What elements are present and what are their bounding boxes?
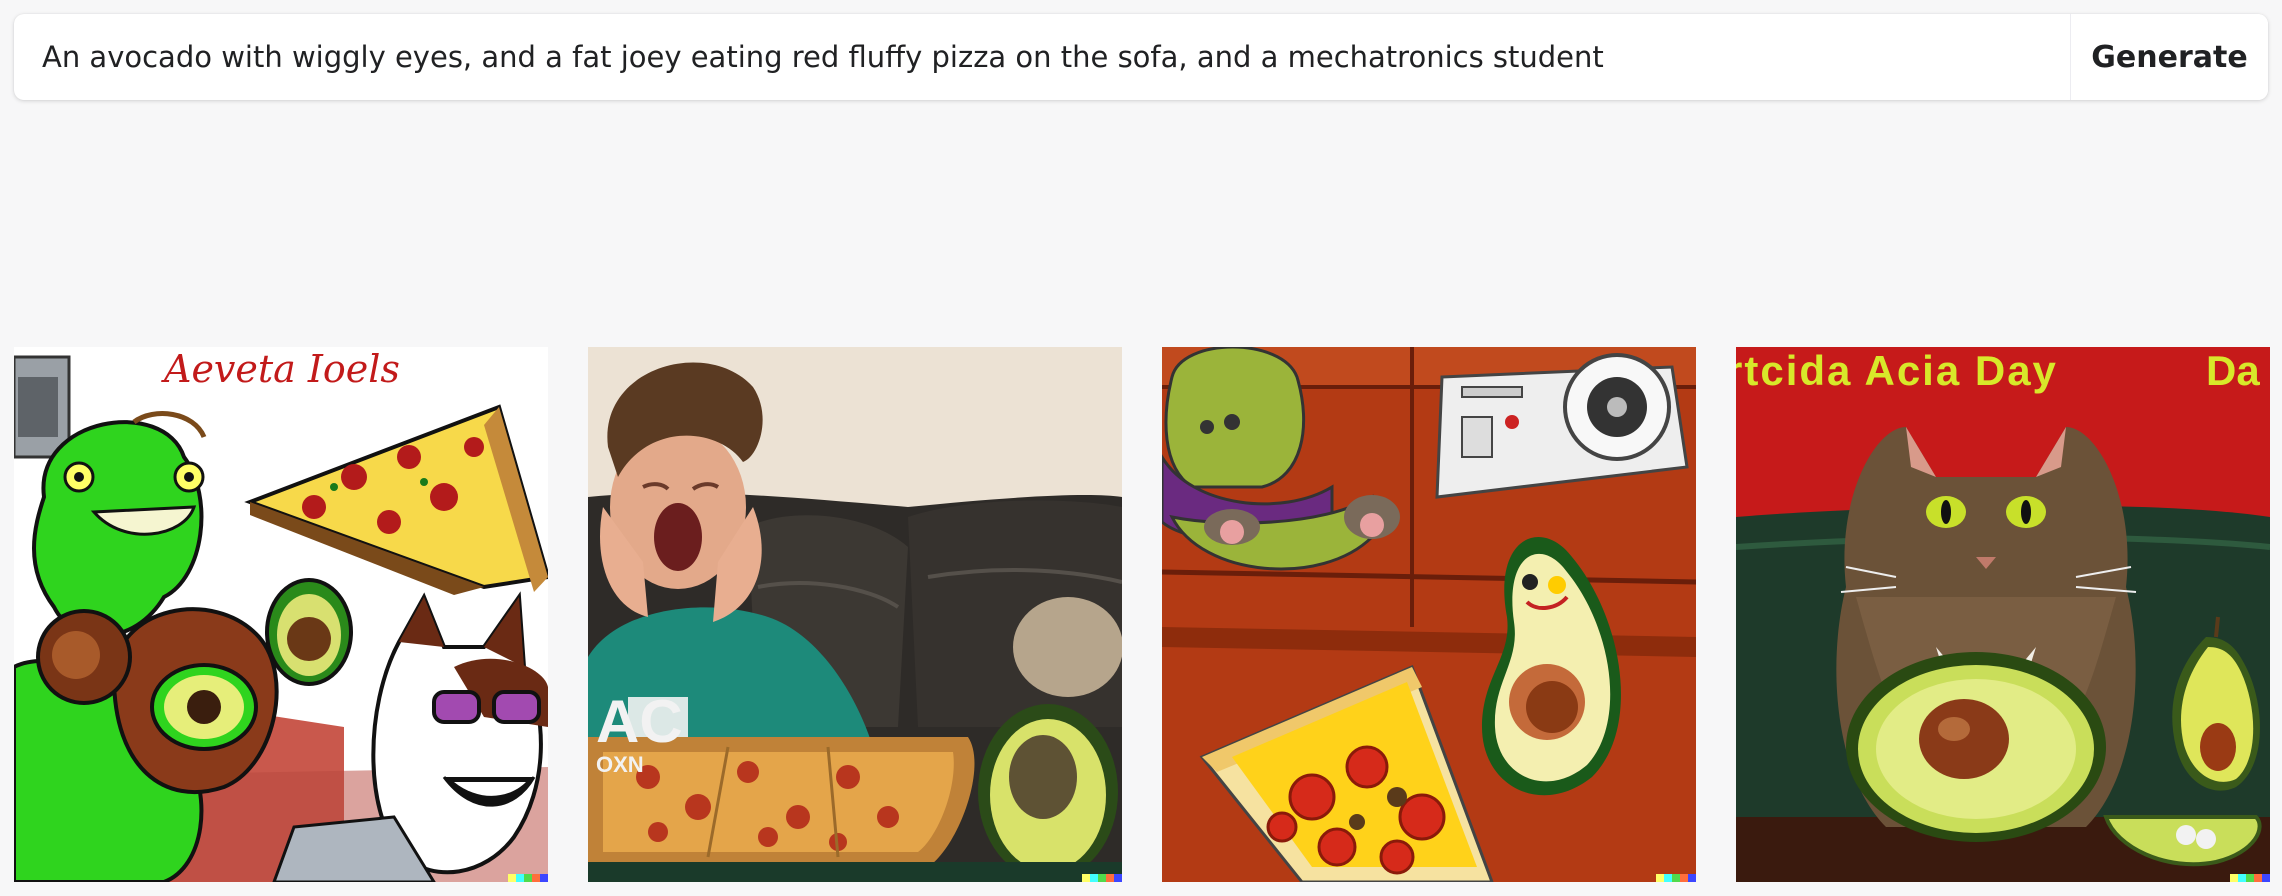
image-1-artwork: Aeveta Ioels [14, 347, 548, 882]
image-gallery: Aeveta Ioels AC OXN rtcida Acia Day Da [14, 347, 2282, 882]
image-2-overlay-text-2: OXN [596, 752, 644, 777]
generated-image-3[interactable] [1162, 347, 1696, 882]
generate-button[interactable]: Generate [2070, 14, 2268, 100]
image-3-artwork [1162, 347, 1696, 882]
image-4-overlay-text-2: Da [2206, 347, 2260, 394]
watermark-2 [1082, 874, 1122, 882]
image-2-artwork: AC OXN [588, 347, 1122, 882]
image-4-overlay-text: rtcida Acia Day [1736, 347, 2058, 394]
watermark-3 [1656, 874, 1696, 882]
image-2-overlay-text: AC [596, 688, 683, 755]
prompt-input[interactable] [14, 14, 2070, 100]
image-1-overlay-text: Aeveta Ioels [161, 347, 400, 391]
generated-image-2[interactable]: AC OXN [588, 347, 1122, 882]
image-4-artwork: rtcida Acia Day Da [1736, 347, 2270, 882]
prompt-bar: Generate [14, 14, 2268, 100]
generated-image-1[interactable]: Aeveta Ioels [14, 347, 548, 882]
watermark-4 [2230, 874, 2270, 882]
generated-image-4[interactable]: rtcida Acia Day Da [1736, 347, 2270, 882]
watermark-1 [508, 874, 548, 882]
